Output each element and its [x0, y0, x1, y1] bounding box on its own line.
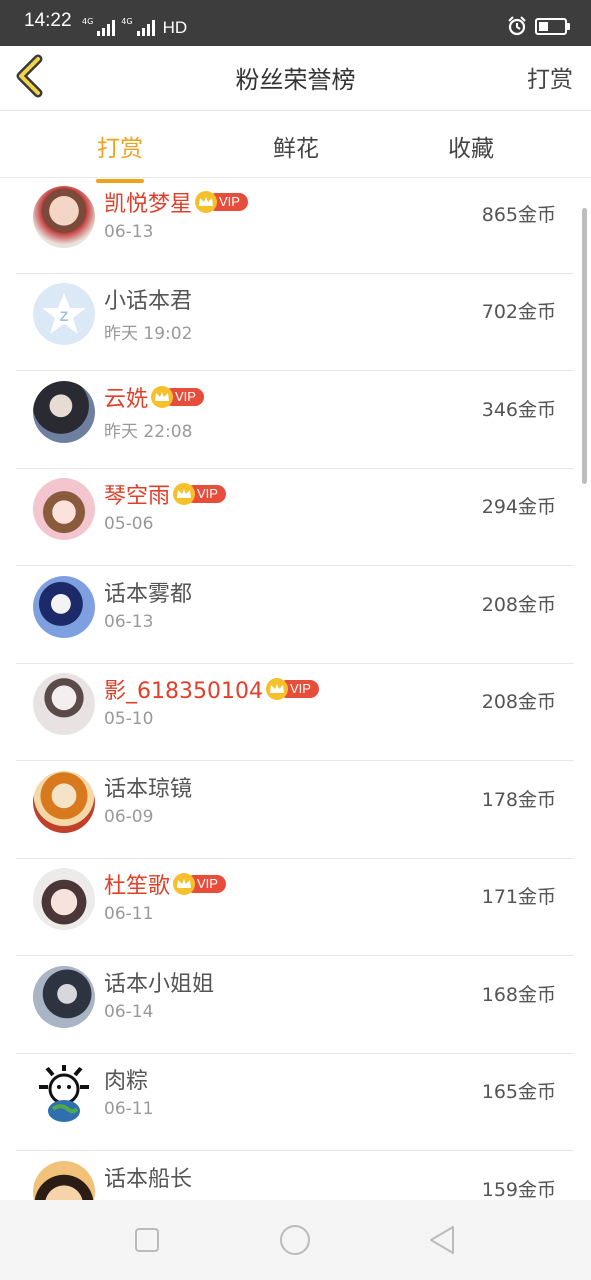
- fan-name: 小话本君: [104, 289, 193, 314]
- avatar[interactable]: [33, 576, 95, 638]
- crown-icon: [265, 678, 288, 700]
- fan-amount: 294金币: [481, 496, 556, 518]
- fan-name: 琴空雨: [104, 484, 171, 509]
- list-item[interactable]: 话本雾都 06-13 208金币: [16, 566, 574, 664]
- tab-favorites-label: 收藏: [448, 136, 494, 162]
- crown-icon: [173, 483, 196, 505]
- fan-name: 话本小姐姐: [104, 972, 215, 997]
- fan-list[interactable]: 凯悦梦星 VIP 06-13 865金币 Z 小话本君 昨天 19:02 702…: [0, 178, 591, 1200]
- tab-flowers-label: 鲜花: [273, 136, 319, 162]
- fan-name: 云姺: [104, 387, 149, 412]
- back-nav-button[interactable]: [423, 1220, 463, 1260]
- avatar[interactable]: [33, 771, 95, 833]
- list-item[interactable]: 话本船长 159金币: [16, 1151, 574, 1200]
- fan-amount: 168金币: [481, 984, 556, 1006]
- fan-date: 昨天 22:08: [104, 422, 193, 442]
- fan-amount: 346金币: [481, 399, 556, 421]
- fan-date: 05-06: [104, 514, 154, 534]
- list-item[interactable]: 杜笙歌 VIP 06-11 171金币: [16, 858, 574, 956]
- signal-icon: 4G: [82, 17, 116, 36]
- system-nav-bar: [0, 1200, 591, 1280]
- fan-date: 06-11: [104, 904, 154, 924]
- list-item[interactable]: 肉粽 06-11 165金币: [16, 1053, 574, 1151]
- default-avatar-icon: Z: [42, 293, 86, 334]
- fan-date: 06-09: [104, 807, 154, 827]
- status-time: 14:22: [24, 10, 72, 31]
- fan-amount: 159金币: [481, 1179, 556, 1200]
- avatar[interactable]: [33, 966, 95, 1028]
- list-item[interactable]: 凯悦梦星 VIP 06-13 865金币: [16, 178, 574, 274]
- fan-name: 话本雾都: [104, 582, 193, 607]
- battery-icon: [535, 17, 570, 35]
- hd-indicator: HD: [162, 18, 188, 37]
- fan-amount: 208金币: [481, 691, 556, 713]
- network-indicators: 4G 4G HD: [82, 17, 188, 37]
- tab-flowers[interactable]: 鲜花: [236, 129, 356, 163]
- crown-icon: [151, 386, 174, 408]
- fan-name: 影_618350104: [104, 679, 263, 704]
- list-item[interactable]: 影_618350104 VIP 05-10 208金币: [16, 663, 574, 761]
- fan-amount: 865金币: [481, 204, 556, 226]
- avatar[interactable]: [33, 186, 95, 248]
- avatar[interactable]: [33, 1063, 95, 1125]
- fan-date: 06-14: [104, 1002, 154, 1022]
- triangle-back-icon: [430, 1226, 454, 1254]
- crown-icon: [195, 191, 218, 213]
- fan-amount: 171金币: [481, 886, 556, 908]
- fan-name: 话本船长: [104, 1167, 193, 1192]
- network-type-label-2: 4G: [121, 17, 133, 26]
- circle-icon: [280, 1225, 310, 1255]
- fan-amount: 178金币: [481, 789, 556, 811]
- fan-date: 昨天 19:02: [104, 324, 193, 344]
- page-title: 粉丝荣誉榜: [235, 66, 356, 94]
- fan-amount: 165金币: [481, 1081, 556, 1103]
- scrollbar[interactable]: [582, 208, 587, 484]
- fan-name: 肉粽: [104, 1069, 149, 1094]
- avatar[interactable]: [33, 868, 95, 930]
- fan-amount: 702金币: [481, 301, 556, 323]
- list-item[interactable]: Z 小话本君 昨天 19:02 702金币: [16, 273, 574, 371]
- reward-button[interactable]: 打赏: [527, 60, 573, 94]
- list-item[interactable]: 话本小姐姐 06-14 168金币: [16, 956, 574, 1054]
- avatar[interactable]: Z: [33, 283, 95, 345]
- recent-apps-button[interactable]: [127, 1220, 167, 1260]
- network-type-label: 4G: [82, 17, 94, 26]
- list-item[interactable]: 琴空雨 VIP 05-06 294金币: [16, 468, 574, 566]
- svg-text:Z: Z: [60, 308, 69, 324]
- app-header: 粉丝荣誉榜 打赏: [0, 46, 591, 111]
- avatar[interactable]: [33, 673, 95, 735]
- avatar[interactable]: [33, 381, 95, 443]
- fan-date: 06-13: [104, 612, 154, 632]
- crown-icon: [173, 873, 196, 895]
- tab-bar: 打赏 鲜花 收藏: [0, 111, 591, 183]
- signal-icon-2: 4G: [121, 17, 155, 36]
- fan-date: 05-10: [104, 709, 154, 729]
- tab-favorites[interactable]: 收藏: [411, 129, 531, 163]
- tab-reward[interactable]: 打赏: [60, 129, 180, 183]
- home-button[interactable]: [275, 1220, 315, 1260]
- cartoon-avatar-icon: [39, 1065, 89, 1122]
- fan-date: 06-11: [104, 1099, 154, 1119]
- tab-reward-label: 打赏: [97, 136, 143, 162]
- fan-amount: 208金币: [481, 594, 556, 616]
- avatar[interactable]: [33, 1161, 95, 1200]
- list-item[interactable]: 话本琼镜 06-09 178金币: [16, 761, 574, 859]
- avatar[interactable]: [33, 478, 95, 540]
- fan-name: 话本琼镜: [104, 777, 193, 802]
- alarm-clock-icon: [508, 16, 526, 36]
- list-item[interactable]: 云姺 VIP 昨天 22:08 346金币: [16, 371, 574, 469]
- fan-name: 凯悦梦星: [104, 192, 193, 217]
- status-bar: 14:22 4G 4G HD: [0, 0, 591, 46]
- fan-name: 杜笙歌: [104, 874, 171, 899]
- fan-date: 06-13: [104, 222, 154, 242]
- square-icon: [135, 1228, 159, 1252]
